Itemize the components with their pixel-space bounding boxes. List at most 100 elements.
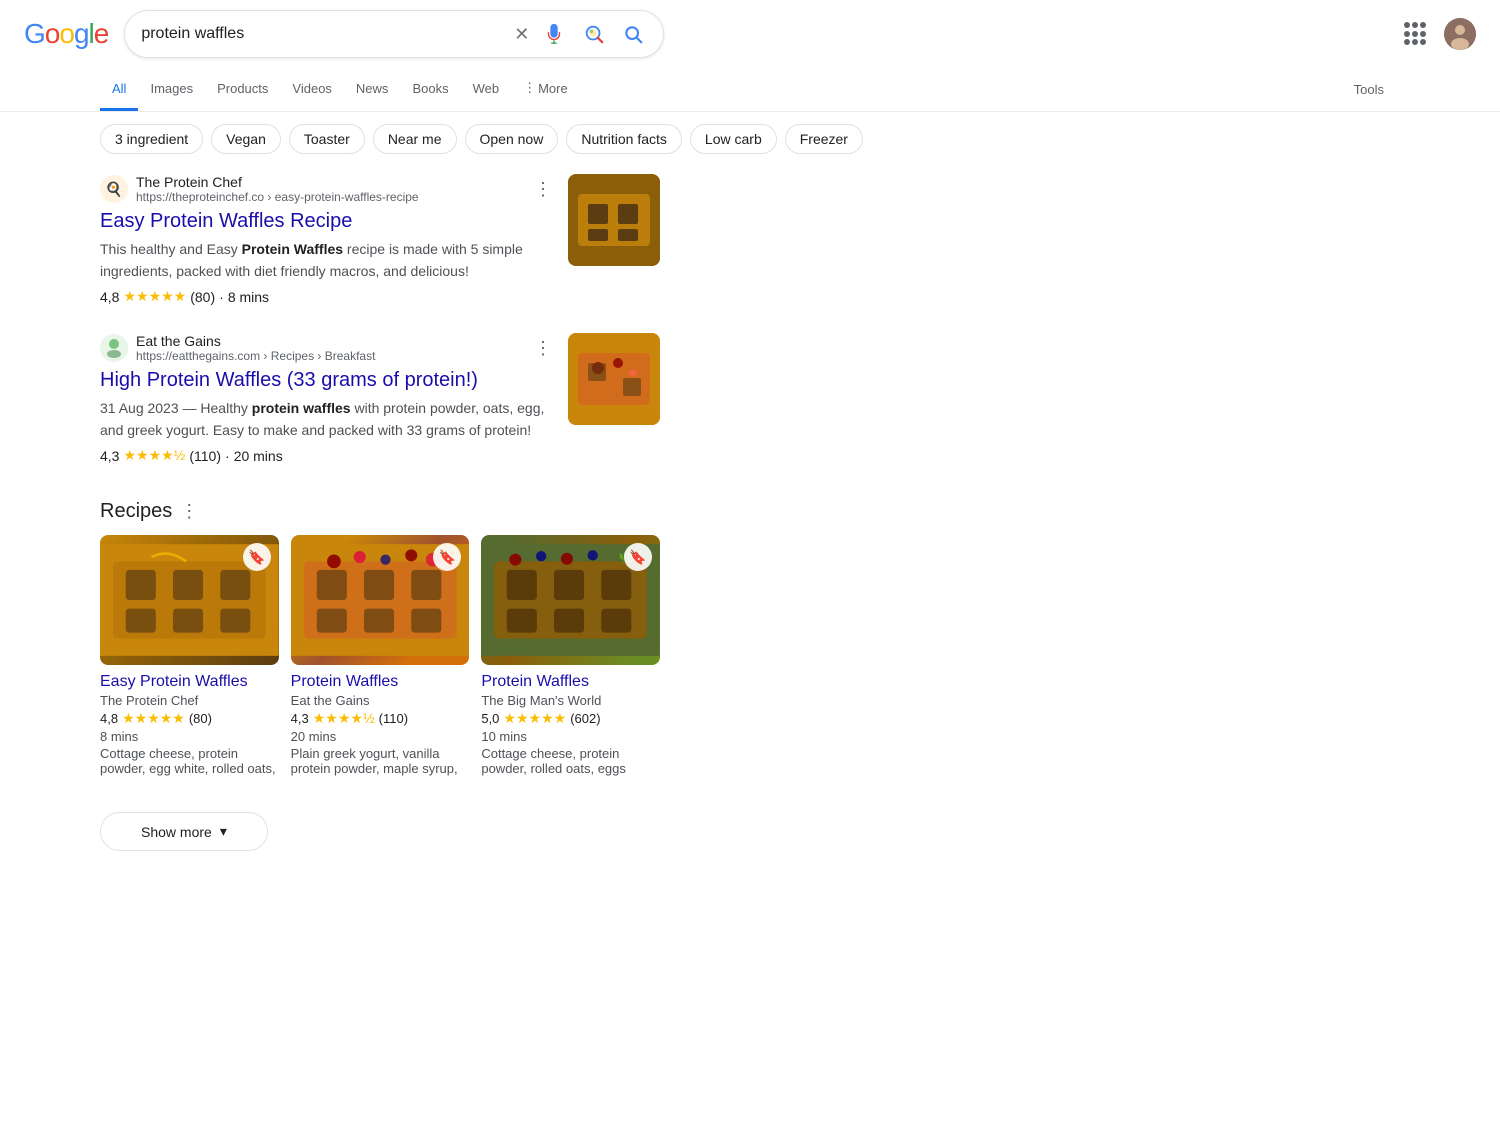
result-1-time: 8 mins — [228, 289, 269, 305]
recipe-1-review-count: (80) — [189, 711, 212, 726]
svg-text:🍳: 🍳 — [105, 181, 122, 198]
mic-button[interactable] — [539, 19, 569, 49]
recipe-3-source: The Big Man's World — [481, 693, 660, 708]
header: Google ✕ — [0, 0, 1500, 68]
result-1-thumbnail[interactable] — [568, 174, 660, 266]
chip-near-me[interactable]: Near me — [373, 124, 457, 154]
logo-letter-g2: g — [74, 18, 89, 50]
recipe-2-stars: ★★★★½ — [313, 710, 375, 727]
chip-nutrition-facts[interactable]: Nutrition facts — [566, 124, 682, 154]
tab-videos-label: Videos — [292, 81, 332, 96]
result-1-title[interactable]: Easy Protein Waffles Recipe — [100, 210, 352, 232]
result-2-thumbnail[interactable] — [568, 333, 660, 425]
recipe-3-title[interactable]: Protein Waffles — [481, 673, 660, 691]
apps-dot — [1420, 31, 1426, 37]
lens-icon — [583, 23, 605, 45]
recipes-options-button[interactable]: ⋮ — [180, 501, 198, 522]
tab-videos[interactable]: Videos — [280, 69, 344, 111]
header-right — [1404, 18, 1476, 50]
avatar-image — [1444, 18, 1476, 50]
tab-news[interactable]: News — [344, 69, 401, 111]
recipe-2-title[interactable]: Protein Waffles — [291, 673, 470, 691]
show-more-button[interactable]: Show more ▾ — [100, 812, 268, 851]
mic-icon — [543, 23, 565, 45]
recipe-1-image: 🔖 — [100, 535, 279, 665]
tab-web-label: Web — [473, 81, 500, 96]
recipe-3-stars: ★★★★★ — [503, 710, 566, 727]
result-1-options-button[interactable]: ⋮ — [534, 179, 552, 200]
chevron-down-icon: ▾ — [220, 823, 227, 840]
tab-more[interactable]: ⋮ More — [511, 68, 580, 111]
result-2-content: Eat the Gains https://eatthegains.com › … — [100, 333, 552, 464]
tab-products[interactable]: Products — [205, 69, 280, 111]
apps-button[interactable] — [1404, 22, 1428, 46]
result-1-description: This healthy and Easy Protein Waffles re… — [100, 238, 552, 282]
recipe-card[interactable]: 🔖 Easy Protein Waffles The Protein Chef … — [100, 535, 279, 776]
recipe-1-title[interactable]: Easy Protein Waffles — [100, 673, 279, 691]
recipe-1-bookmark[interactable]: 🔖 — [243, 543, 271, 571]
result-1-stars: ★★★★★ — [123, 288, 186, 305]
result-1-source-info: The Protein Chef https://theproteinchef.… — [136, 174, 419, 204]
recipe-2-source: Eat the Gains — [291, 693, 470, 708]
result-1-dot-separator: · — [219, 289, 224, 305]
recipe-1-stars: ★★★★★ — [122, 710, 185, 727]
more-dots-icon: ⋮ — [523, 80, 536, 96]
result-item: 🍳 The Protein Chef https://theproteinche… — [100, 174, 660, 305]
show-more-label: Show more — [141, 824, 212, 840]
tab-more-label: More — [538, 81, 568, 96]
recipe-3-time: 10 mins — [481, 729, 660, 744]
search-input[interactable] — [141, 25, 506, 43]
logo-letter-g: G — [24, 18, 45, 50]
recipe-1-rating: 4,8 ★★★★★ (80) — [100, 710, 279, 727]
tab-all-label: All — [112, 81, 126, 96]
apps-dot — [1420, 39, 1426, 45]
tab-books[interactable]: Books — [400, 69, 460, 111]
search-submit-button[interactable] — [619, 20, 647, 48]
chip-3-ingredient[interactable]: 3 ingredient — [100, 124, 203, 154]
chip-low-carb[interactable]: Low carb — [690, 124, 777, 154]
recipe-3-rating: 5,0 ★★★★★ (602) — [481, 710, 660, 727]
chip-vegan[interactable]: Vegan — [211, 124, 281, 154]
recipe-card[interactable]: 🌿 🔖 Protein Waffles The Big Man's World … — [481, 535, 660, 776]
apps-dot — [1404, 31, 1410, 37]
tab-images-label: Images — [150, 81, 193, 96]
tools-button[interactable]: Tools — [1338, 70, 1400, 109]
clear-button[interactable]: ✕ — [514, 24, 529, 45]
result-1-source-url: https://theproteinchef.co › easy-protein… — [136, 190, 419, 204]
google-logo[interactable]: Google — [24, 18, 108, 50]
chip-open-now[interactable]: Open now — [465, 124, 559, 154]
result-2-source-name: Eat the Gains — [136, 333, 375, 349]
apps-dot — [1412, 31, 1418, 37]
tab-images[interactable]: Images — [138, 69, 205, 111]
recipe-card[interactable]: 🔖 Protein Waffles Eat the Gains 4,3 ★★★★… — [291, 535, 470, 776]
user-avatar[interactable] — [1444, 18, 1476, 50]
result-2-dot-separator: · — [225, 448, 230, 464]
result-2-title[interactable]: High Protein Waffles (33 grams of protei… — [100, 369, 478, 391]
recipe-2-ingredients: Plain greek yogurt, vanilla protein powd… — [291, 746, 470, 776]
result-2-options-button[interactable]: ⋮ — [534, 338, 552, 359]
tab-all[interactable]: All — [100, 69, 138, 111]
tab-books-label: Books — [412, 81, 448, 96]
apps-dot — [1404, 39, 1410, 45]
lens-button[interactable] — [579, 19, 609, 49]
nav-tabs: All Images Products Videos News Books We… — [0, 68, 1500, 112]
search-results: 🍳 The Protein Chef https://theproteinche… — [0, 166, 760, 500]
tab-web[interactable]: Web — [461, 69, 512, 111]
result-2-description: 31 Aug 2023 — Healthy protein waffles wi… — [100, 397, 552, 441]
search-icon — [623, 24, 643, 44]
apps-dot — [1420, 22, 1426, 28]
result-2-rating: 4,3 ★★★★½ (110) · 20 mins — [100, 447, 552, 464]
result-2-source-info: Eat the Gains https://eatthegains.com › … — [136, 333, 375, 363]
chip-toaster[interactable]: Toaster — [289, 124, 365, 154]
chip-freezer[interactable]: Freezer — [785, 124, 863, 154]
tab-news-label: News — [356, 81, 389, 96]
recipe-2-rating-value: 4,3 — [291, 711, 309, 726]
result-2-review-count: (110) — [189, 448, 221, 464]
apps-dot — [1404, 22, 1410, 28]
result-1-source: 🍳 The Protein Chef https://theproteinche… — [100, 174, 552, 204]
logo-letter-o1: o — [45, 18, 60, 50]
recipe-3-image: 🌿 🔖 — [481, 535, 660, 665]
recipe-2-image: 🔖 — [291, 535, 470, 665]
result-2-time: 20 mins — [234, 448, 283, 464]
result-1-review-count: (80) — [190, 289, 215, 305]
